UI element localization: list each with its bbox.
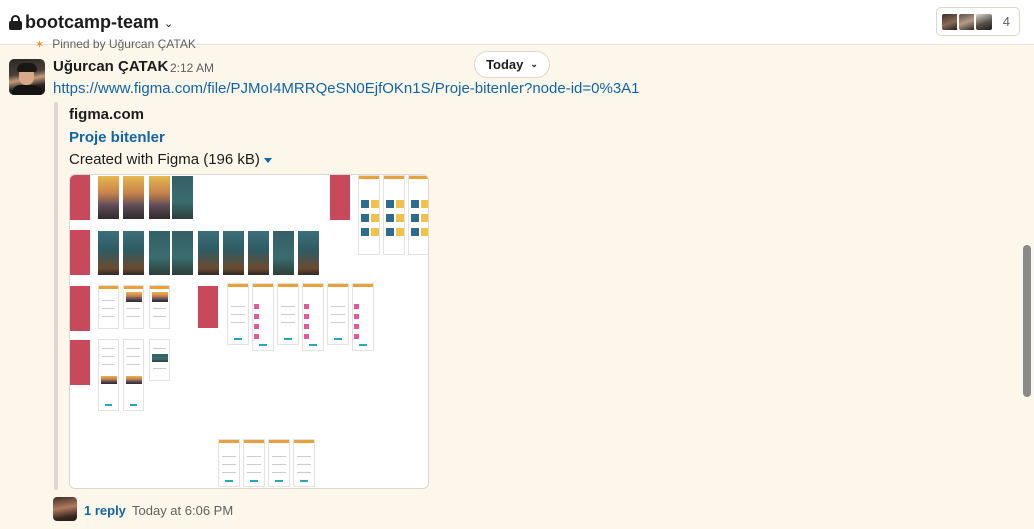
figma-section-label xyxy=(330,175,350,220)
figma-frame xyxy=(327,283,349,345)
pinned-text: Pinned by Uğurcan ÇATAK xyxy=(52,37,196,51)
members-button[interactable]: 4 xyxy=(935,7,1020,36)
figma-frame xyxy=(218,439,240,487)
message-link[interactable]: https://www.figma.com/file/PJMoI4MRRQeSN… xyxy=(53,80,640,97)
figma-frame xyxy=(98,339,119,411)
date-divider-button[interactable]: Today ⌄ xyxy=(474,51,550,78)
figma-frame xyxy=(123,176,144,219)
thread-replies-link[interactable]: 1 reply xyxy=(84,503,126,518)
figma-section-label xyxy=(70,230,90,275)
channel-name-button[interactable]: bootcamp-team ⌄ xyxy=(9,10,173,34)
figma-frame xyxy=(243,439,265,487)
date-divider-label: Today xyxy=(486,57,524,72)
figma-section-label xyxy=(70,175,90,220)
unfurl-meta-text: Created with Figma (196 kB) xyxy=(69,151,260,168)
figma-frame xyxy=(277,283,299,345)
figma-section-label xyxy=(198,286,218,328)
figma-frame xyxy=(268,439,290,487)
message-author[interactable]: Uğurcan ÇATAK xyxy=(53,58,168,75)
figma-frame xyxy=(273,231,294,275)
figma-frame xyxy=(252,283,274,351)
figma-frame xyxy=(248,231,269,275)
figma-frame xyxy=(149,231,170,275)
figma-frame xyxy=(223,231,244,275)
channel-name: bootcamp-team xyxy=(25,11,160,32)
scrollbar-thumb[interactable] xyxy=(1023,245,1031,397)
figma-section-label xyxy=(70,286,90,331)
figma-preview-image[interactable] xyxy=(69,174,429,489)
unfurl-title[interactable]: Proje bitenler xyxy=(69,129,165,146)
pinned-indicator: ✶ Pinned by Uğurcan ÇATAK xyxy=(35,37,196,51)
unfurl-site: figma.com xyxy=(69,106,145,123)
member-count: 4 xyxy=(1002,14,1010,29)
unfurl-border xyxy=(54,102,58,490)
chevron-down-icon: ⌄ xyxy=(530,59,538,69)
lock-icon xyxy=(9,14,22,30)
figma-frame xyxy=(358,175,380,255)
figma-frame xyxy=(149,339,170,381)
unfurl-meta: Created with Figma (196 kB) xyxy=(69,151,272,168)
reply-avatar xyxy=(53,497,77,521)
figma-frame xyxy=(98,176,119,219)
figma-frame xyxy=(198,231,219,275)
figma-frame xyxy=(172,176,193,219)
figma-frame xyxy=(352,283,374,351)
figma-frame xyxy=(98,231,119,275)
figma-frame xyxy=(293,439,315,487)
figma-frame xyxy=(383,175,405,255)
author-avatar[interactable] xyxy=(9,59,45,95)
caret-down-icon[interactable] xyxy=(263,157,272,163)
figma-frame xyxy=(172,231,193,275)
figma-frame xyxy=(123,231,144,275)
figma-frame xyxy=(298,231,319,275)
figma-frame xyxy=(123,285,144,329)
figma-frame xyxy=(302,283,324,351)
figma-frame xyxy=(149,285,170,329)
figma-frame xyxy=(98,285,119,329)
thread-last-reply: Today at 6:06 PM xyxy=(132,503,234,518)
figma-frame xyxy=(408,175,428,255)
figma-frame xyxy=(227,283,249,345)
figma-frame xyxy=(123,339,144,411)
chevron-down-icon: ⌄ xyxy=(164,17,174,30)
message-timestamp[interactable]: 2:12 AM xyxy=(170,61,214,75)
pin-icon: ✶ xyxy=(35,38,45,51)
member-avatar xyxy=(973,11,994,32)
figma-section-label xyxy=(70,340,90,385)
figma-frame xyxy=(149,176,170,219)
